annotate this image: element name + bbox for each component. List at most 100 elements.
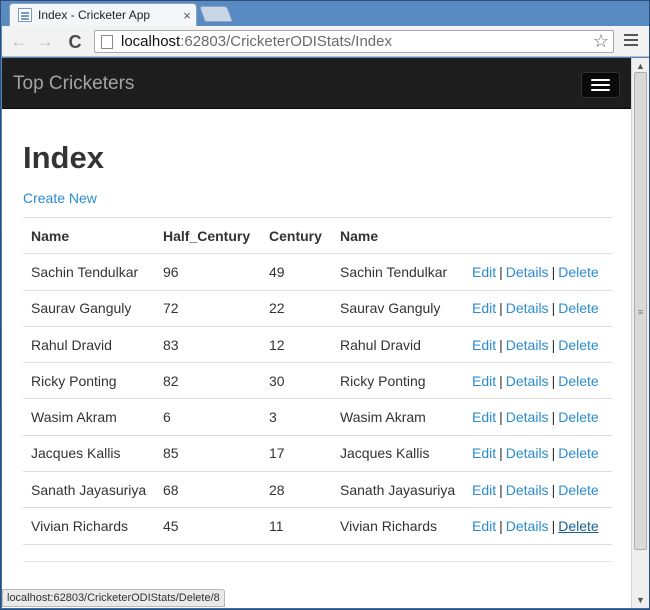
edit-link[interactable]: Edit (472, 300, 496, 316)
scrollbar-thumb[interactable]: ≡ (634, 72, 647, 550)
address-bar[interactable]: localhost :62803/CricketerODIStats/Index… (94, 30, 614, 53)
action-separator: | (551, 518, 556, 535)
cell-name-2: Wasim Akram (332, 398, 464, 436)
footer-divider (23, 561, 612, 562)
cell-name: Wasim Akram (23, 398, 155, 436)
action-separator: | (551, 263, 556, 280)
header-name: Name (23, 216, 155, 255)
scroll-grip-icon: ≡ (638, 307, 644, 317)
cell-half-century: 82 (155, 362, 261, 399)
delete-link[interactable]: Delete (558, 373, 598, 389)
cell-century: 12 (261, 325, 332, 363)
header-century: Century (261, 216, 332, 255)
cell-name-2: Rahul Dravid (332, 325, 464, 363)
cell-half-century: 45 (155, 507, 261, 545)
page-title: Index (23, 140, 104, 175)
cell-century: 3 (261, 398, 332, 436)
cell-century: 22 (261, 289, 332, 327)
close-tab-icon[interactable]: × (178, 8, 196, 23)
cell-name-2: Sanath Jayasuriya (332, 471, 464, 508)
forward-arrow-icon[interactable]: → (34, 31, 56, 53)
cell-name-2: Jacques Kallis (332, 434, 464, 472)
action-separator: | (499, 372, 503, 389)
cell-name: Ricky Ponting (23, 362, 155, 399)
details-link[interactable]: Details (506, 409, 549, 425)
header-name-2: Name (332, 216, 464, 255)
reload-icon[interactable]: C (64, 31, 86, 53)
action-separator: | (499, 300, 503, 317)
cell-actions: Edit | Details | Delete (464, 325, 612, 363)
new-tab-button[interactable] (199, 6, 233, 22)
edit-link[interactable]: Edit (472, 445, 496, 461)
cell-name: Jacques Kallis (23, 434, 155, 472)
create-new-link[interactable]: Create New (23, 190, 97, 206)
action-separator: | (499, 481, 503, 498)
delete-link[interactable]: Delete (558, 264, 598, 280)
details-link[interactable]: Details (506, 482, 549, 498)
vertical-scrollbar[interactable]: ▲ ≡ ▼ (631, 58, 649, 608)
bookmark-star-icon[interactable]: ☆ (593, 31, 609, 52)
cell-half-century: 83 (155, 325, 261, 363)
table-row: Saurav Ganguly 72 22 Saurav Ganguly Edit | Det… (23, 289, 612, 327)
details-link[interactable]: Details (506, 264, 549, 280)
table-row: Vivian Richards 45 11 Vivian Richards Edit | D… (23, 507, 612, 545)
edit-link[interactable]: Edit (472, 482, 496, 498)
cell-actions: Edit | Details | Delete (464, 289, 612, 327)
details-link[interactable]: Details (506, 300, 549, 316)
action-separator: | (551, 409, 556, 426)
action-separator: | (499, 263, 503, 280)
status-bar: localhost:62803/CricketerODIStats/Delete… (2, 589, 225, 607)
delete-link[interactable]: Delete (558, 518, 598, 534)
cell-name-2: Sachin Tendulkar (332, 253, 464, 291)
action-separator: | (499, 445, 503, 462)
cell-half-century: 6 (155, 398, 261, 436)
edit-link[interactable]: Edit (472, 264, 496, 280)
url-host: localhost (121, 33, 181, 50)
delete-link[interactable]: Delete (558, 445, 598, 461)
page-favicon-icon (18, 8, 32, 22)
action-separator: | (551, 372, 556, 389)
navbar-toggle-icon[interactable] (581, 72, 620, 98)
cell-century: 28 (261, 471, 332, 508)
tab-active[interactable]: Index - Cricketer App × (9, 3, 197, 26)
cell-name-2: Ricky Ponting (332, 362, 464, 399)
browser-menu-icon[interactable] (624, 34, 638, 46)
delete-link[interactable]: Delete (558, 482, 598, 498)
delete-link[interactable]: Delete (558, 409, 598, 425)
browser-window: Index - Cricketer App × ← → C localhost … (0, 0, 650, 610)
cell-name: Rahul Dravid (23, 325, 155, 363)
cell-name: Sanath Jayasuriya (23, 471, 155, 508)
page-viewport: Top Cricketers Index Create New Name Hal… (2, 58, 632, 608)
table-row: Sanath Jayasuriya 68 28 Sanath Jayasuriya Ed… (23, 471, 612, 508)
cell-century: 17 (261, 434, 332, 472)
details-link[interactable]: Details (506, 373, 549, 389)
table-row: Sachin Tendulkar 96 49 Sachin Tendulkar Edit… (23, 253, 612, 291)
cell-name-2: Saurav Ganguly (332, 289, 464, 327)
navbar-brand[interactable]: Top Cricketers (13, 73, 134, 95)
header-half-century: Half_Century (155, 216, 261, 255)
edit-link[interactable]: Edit (472, 337, 496, 353)
site-navbar: Top Cricketers (2, 58, 632, 109)
scroll-down-arrow-icon[interactable]: ▼ (636, 595, 645, 605)
details-link[interactable]: Details (506, 445, 549, 461)
details-link[interactable]: Details (506, 337, 549, 353)
cell-name: Sachin Tendulkar (23, 253, 155, 291)
edit-link[interactable]: Edit (472, 373, 496, 389)
edit-link[interactable]: Edit (472, 518, 496, 534)
page-icon (101, 34, 113, 49)
back-arrow-icon[interactable]: ← (8, 31, 30, 53)
details-link[interactable]: Details (506, 518, 549, 534)
cricketers-table: Name Half_Century Century Name Sachin Te… (23, 216, 612, 545)
cell-actions: Edit | Details | Delete (464, 434, 612, 472)
scroll-up-arrow-icon[interactable]: ▲ (636, 61, 645, 71)
action-separator: | (551, 336, 556, 353)
tab-strip: Index - Cricketer App × (1, 1, 650, 27)
table-row: Ricky Ponting 82 30 Ricky Ponting Edit | Detai… (23, 362, 612, 399)
url-path: :62803/CricketerODIStats/Index (180, 33, 392, 50)
edit-link[interactable]: Edit (472, 409, 496, 425)
delete-link[interactable]: Delete (558, 300, 598, 316)
action-separator: | (499, 336, 503, 353)
action-separator: | (551, 300, 556, 317)
cell-half-century: 85 (155, 434, 261, 472)
delete-link[interactable]: Delete (558, 337, 598, 353)
